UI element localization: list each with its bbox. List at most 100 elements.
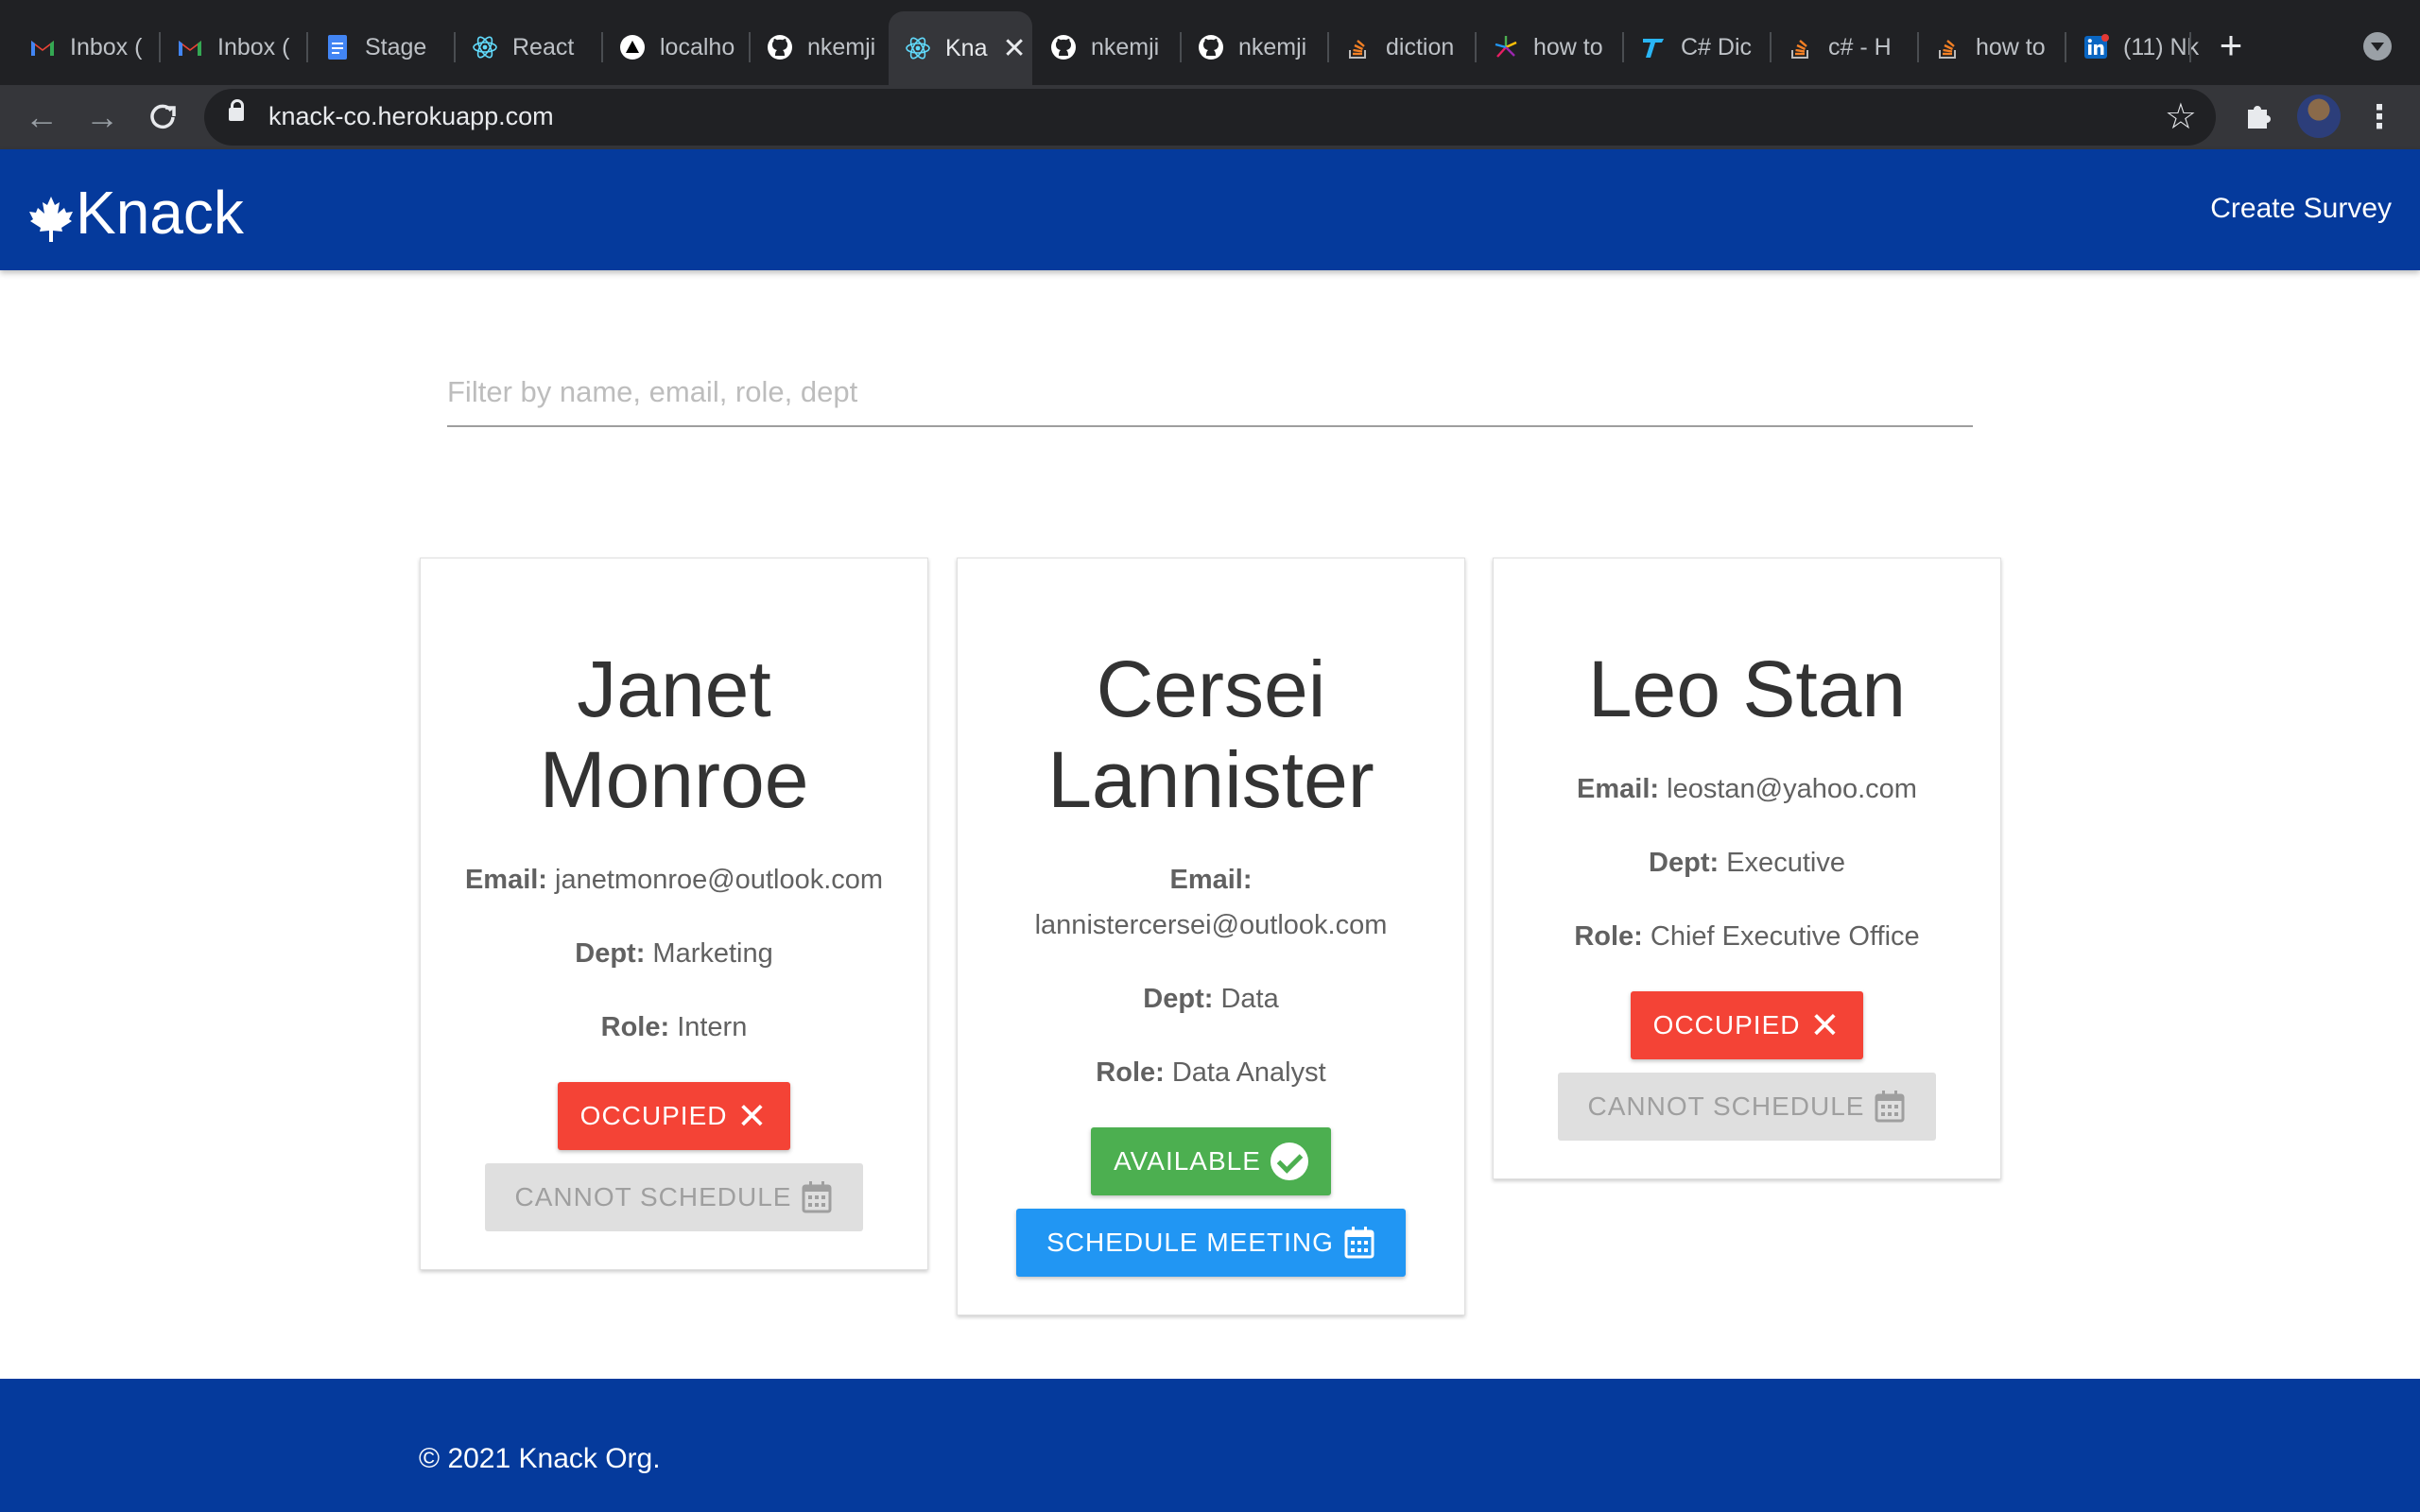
employee-card: Leo Stan Email: leostan@yahoo.com Dept: …: [1493, 558, 2001, 1179]
cannot-schedule-button[interactable]: CANNOT SCHEDULE: [1557, 1073, 1937, 1141]
url-text: knack-co.herokuapp.com: [268, 102, 554, 130]
email-value: leostan@yahoo.com: [1667, 774, 1917, 804]
tab-separator: [2189, 32, 2191, 62]
close-icon: ✕: [736, 1096, 769, 1137]
check-circle-icon: [1270, 1143, 1308, 1180]
employee-name: Cersei Lannister: [1047, 644, 1374, 824]
react-icon: [904, 34, 932, 62]
calendar-icon: [1875, 1091, 1905, 1123]
reload-icon[interactable]: [142, 96, 183, 138]
employee-name: Leo Stan: [1587, 644, 1907, 733]
tab-title: c# - H: [1828, 33, 1892, 60]
employee-email: Email: leostan@yahoo.com: [1494, 766, 2000, 812]
role-value: Chief Executive Office: [1650, 921, 1920, 952]
browser-tab[interactable]: C# Dic: [1624, 19, 1766, 76]
tab-title: Inbox (: [217, 33, 290, 60]
schedule-meeting-button[interactable]: SCHEDULE MEETING: [1016, 1209, 1406, 1277]
browser-tab[interactable]: Inbox (: [13, 19, 155, 76]
browser-tab[interactable]: c# - H: [1772, 19, 1913, 76]
browser-tab-strip: Inbox ( Inbox ( Stage React localho nkem…: [0, 0, 2420, 85]
tab-title: C# Dic: [1681, 33, 1753, 60]
tab-title: (11) Nk: [2123, 33, 2200, 60]
employee-role: Role: Data Analyst: [958, 1050, 1464, 1095]
stackoverflow-icon: [1787, 33, 1815, 61]
browser-tab[interactable]: (11) Nk: [2066, 19, 2208, 76]
browser-menu-icon[interactable]: ⋮: [2363, 96, 2395, 138]
employee-card: Cersei Lannister Email: lannistercersei@o…: [957, 558, 1465, 1315]
page-footer: © 2021 Knack Org.: [0, 1379, 2420, 1512]
tab-title: nkemji: [1091, 33, 1160, 60]
tab-title: Stage: [365, 33, 427, 60]
tab-title: how to: [1533, 33, 1603, 60]
browser-tab[interactable]: nkemji: [1182, 19, 1323, 76]
stackoverflow-icon: [1344, 33, 1373, 61]
react-icon: [471, 33, 499, 61]
address-bar[interactable]: knack-co.herokuapp.com ☆: [204, 89, 2216, 146]
dept-value: Data: [1220, 984, 1279, 1014]
role-label: Role:: [1574, 921, 1643, 952]
vercel-icon: [618, 33, 647, 61]
copyright-text: © 2021 Knack Org.: [419, 1443, 661, 1474]
browser-tab[interactable]: Inbox (: [161, 19, 302, 76]
status-label: OCCUPIED: [1652, 1010, 1801, 1040]
tab-search-icon[interactable]: [2363, 32, 2392, 60]
dept-label: Dept:: [1649, 848, 1720, 878]
bookmark-star-icon[interactable]: ☆: [2165, 94, 2197, 140]
role-value: Data Analyst: [1171, 1057, 1326, 1088]
dept-label: Dept:: [1143, 984, 1214, 1014]
extensions-puzzle-icon[interactable]: [2240, 100, 2274, 134]
browser-tab[interactable]: how to: [1477, 19, 1618, 76]
browser-tab-active[interactable]: Kna ✕: [889, 11, 1032, 85]
status-badge-occupied: OCCUPIED ✕: [1630, 991, 1864, 1059]
tab-title: how to: [1976, 33, 2046, 60]
dept-value: Marketing: [652, 938, 773, 969]
cannot-schedule-button[interactable]: CANNOT SCHEDULE: [484, 1163, 864, 1231]
employee-dept: Dept: Data: [958, 976, 1464, 1022]
github-icon: [1049, 33, 1078, 61]
back-icon[interactable]: ←: [21, 96, 62, 138]
schedule-label: SCHEDULE MEETING: [1046, 1228, 1334, 1257]
status-badge-occupied: OCCUPIED ✕: [557, 1082, 791, 1150]
employee-dept: Dept: Executive: [1494, 840, 2000, 885]
brand-logo[interactable]: Knack: [28, 178, 244, 248]
email-label: Email:: [464, 865, 547, 895]
gmail-icon: [28, 33, 57, 61]
browser-tab[interactable]: diction: [1329, 19, 1471, 76]
docs-icon: [323, 33, 352, 61]
create-survey-link[interactable]: Create Survey: [2210, 193, 2392, 225]
tab-title: diction: [1386, 33, 1455, 60]
forward-icon[interactable]: →: [81, 96, 123, 138]
profile-avatar[interactable]: [2297, 94, 2341, 138]
email-label: Email:: [1169, 865, 1253, 895]
tab-title: Inbox (: [70, 33, 143, 60]
browser-tab[interactable]: localho: [603, 19, 745, 76]
close-icon[interactable]: ✕: [1002, 32, 1026, 65]
calendar-icon: [802, 1181, 832, 1213]
status-badge-available: AVAILABLE: [1091, 1127, 1331, 1195]
dept-label: Dept:: [575, 938, 646, 969]
filter-input[interactable]: [447, 359, 1973, 427]
schedule-label: CANNOT SCHEDULE: [1587, 1091, 1865, 1121]
employee-role: Role: Intern: [421, 1005, 927, 1050]
employee-name: Janet Monroe: [539, 644, 809, 824]
browser-tab[interactable]: React: [456, 19, 597, 76]
maple-leaf-icon: [28, 188, 74, 242]
browser-tab[interactable]: how to: [1919, 19, 2061, 76]
sparkle-icon: [1492, 33, 1520, 61]
calendar-icon: [1344, 1227, 1374, 1259]
employee-card: Janet Monroe Email: janetmonroe@outlook.…: [420, 558, 928, 1270]
gmail-icon: [176, 33, 204, 61]
stackoverflow-icon: [1934, 33, 1962, 61]
browser-tab[interactable]: Stage: [308, 19, 450, 76]
browser-toolbar: ← → knack-co.herokuapp.com ☆ ⋮: [0, 85, 2420, 149]
browser-tab[interactable]: nkemji: [751, 19, 890, 76]
employee-dept: Dept: Marketing: [421, 931, 927, 976]
tutorialsteacher-icon: [1639, 33, 1668, 61]
email-value: lannistercersei@outlook.com: [1034, 910, 1388, 940]
email-label: Email:: [1577, 774, 1660, 804]
browser-tab[interactable]: nkemji: [1034, 19, 1176, 76]
status-label: OCCUPIED: [579, 1101, 728, 1130]
email-value: janetmonroe@outlook.com: [555, 865, 884, 895]
tab-title: localho: [660, 33, 735, 60]
new-tab-button[interactable]: +: [2212, 26, 2250, 65]
